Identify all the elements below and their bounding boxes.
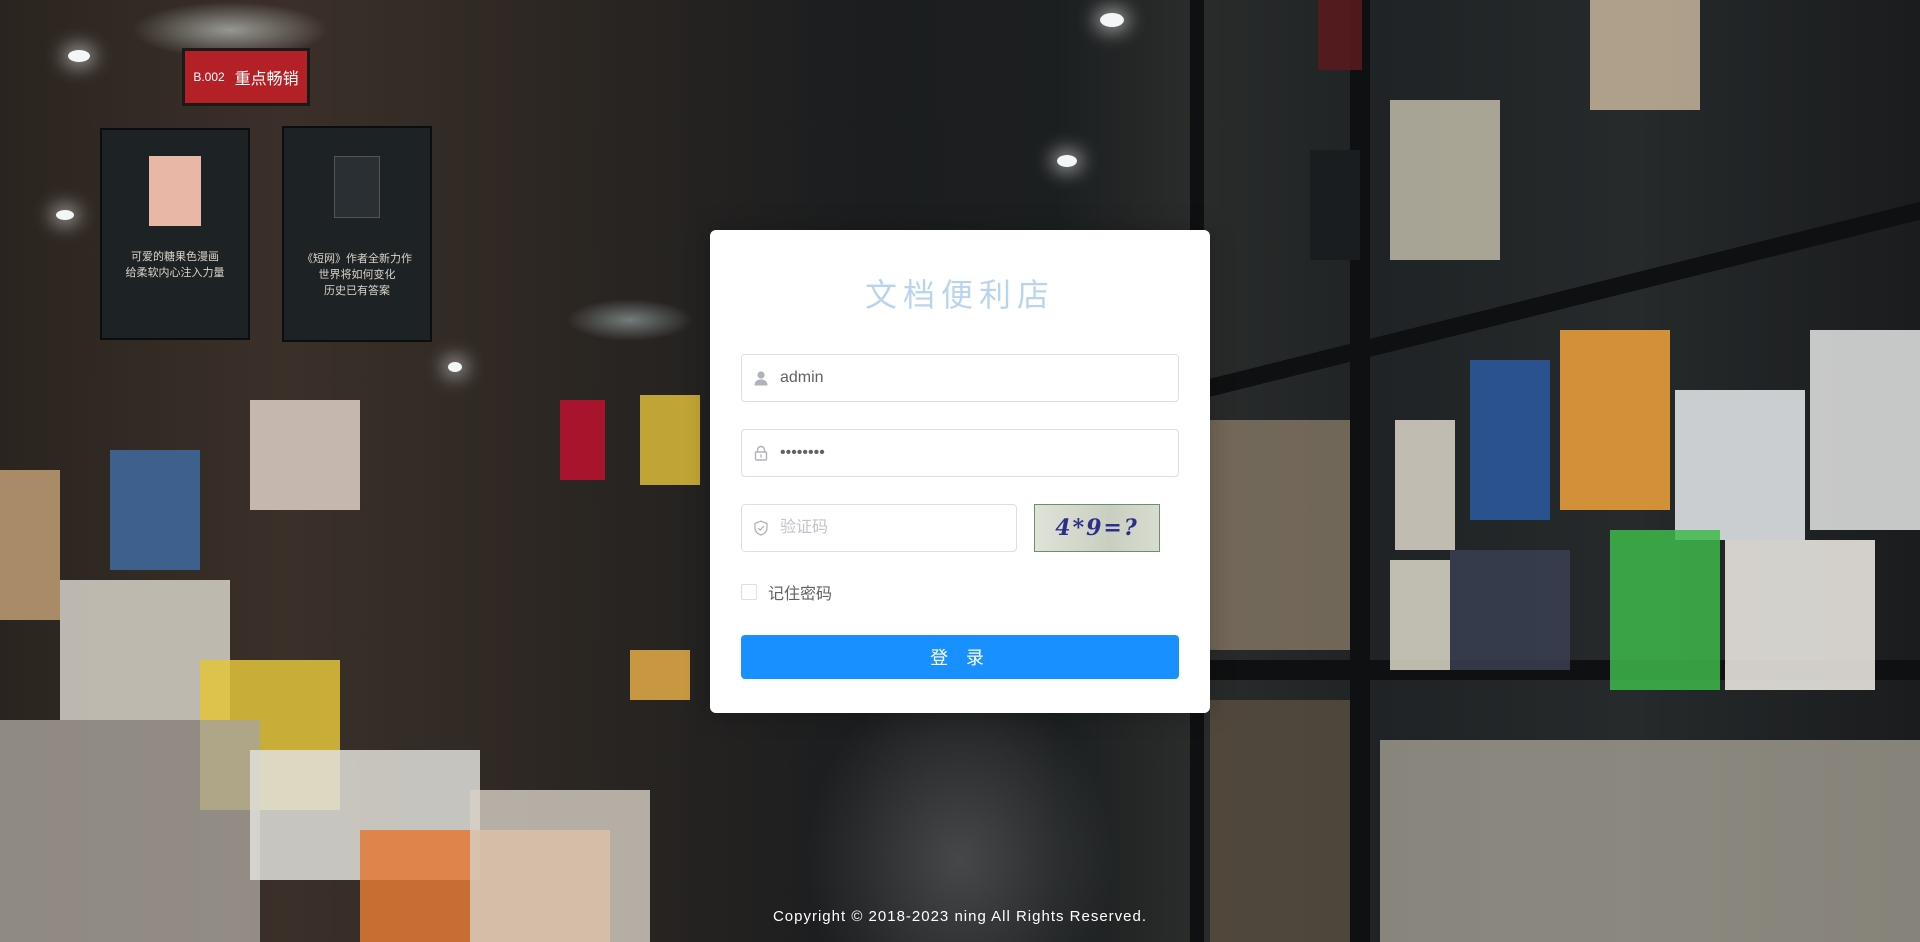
- captcha-input[interactable]: [780, 505, 1016, 551]
- remember-password[interactable]: 记住密码: [741, 580, 832, 604]
- remember-label[interactable]: 记住密码: [768, 580, 832, 604]
- bestseller-sign: B.002 重点畅销: [182, 48, 310, 106]
- captcha-field[interactable]: [741, 504, 1017, 552]
- login-title: 文档便利店: [864, 276, 1055, 314]
- sign-code: B.002: [193, 70, 225, 84]
- user-icon: [742, 355, 780, 401]
- copyright-footer: Copyright © 2018-2023 ning All Rights Re…: [772, 908, 1148, 925]
- lock-icon: [742, 430, 780, 476]
- remember-checkbox[interactable]: [741, 584, 757, 600]
- username-input[interactable]: [780, 355, 1178, 401]
- login-button[interactable]: 登 录: [741, 635, 1179, 679]
- password-field[interactable]: [741, 429, 1179, 477]
- poster-left-line-1: 可爱的糖果色漫画: [131, 250, 219, 263]
- captcha-image[interactable]: 4*9=?: [1034, 504, 1160, 552]
- password-input[interactable]: [780, 430, 1178, 476]
- username-field[interactable]: [741, 354, 1179, 402]
- sign-text: 重点畅销: [234, 71, 299, 88]
- poster-right-line-1: 《短网》作者全新力作: [302, 252, 412, 265]
- shield-check-icon: [742, 505, 780, 551]
